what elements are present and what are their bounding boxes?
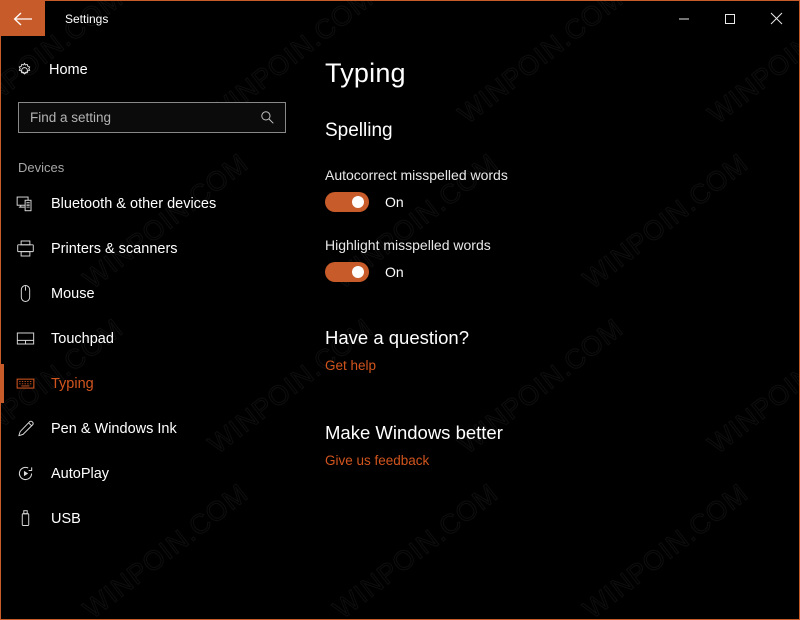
maximize-icon (724, 13, 736, 25)
setting-autocorrect-misspelled-words: Autocorrect misspelled words On (325, 167, 799, 212)
settings-window: WINPOIN.COM WINPOIN.COM WINPOIN.COM WINPOIN… (0, 0, 800, 620)
sidebar-item-home[interactable]: Home (1, 53, 311, 87)
sidebar-item-label: Pen & Windows Ink (51, 420, 177, 437)
gear-icon (16, 62, 46, 79)
mouse-icon (16, 284, 48, 303)
title-bar: Settings (1, 1, 799, 36)
toggle-knob (352, 266, 364, 278)
sidebar-item-label: Mouse (51, 285, 95, 302)
printer-icon (16, 239, 48, 258)
keyboard-icon (16, 374, 48, 393)
close-button[interactable] (753, 1, 799, 36)
search-icon[interactable] (260, 110, 285, 125)
sidebar-section-label: Devices (18, 160, 65, 175)
have-a-question-section: Have a question? Get help (325, 327, 799, 375)
toggle-row: On (325, 192, 799, 212)
maximize-button[interactable] (707, 1, 753, 36)
sidebar-item-pen-and-windows-ink[interactable]: Pen & Windows Ink (1, 406, 311, 451)
sidebar-item-label: Touchpad (51, 330, 114, 347)
search-input[interactable] (19, 110, 260, 125)
give-us-feedback-link[interactable]: Give us feedback (325, 453, 429, 468)
highlight-toggle[interactable] (325, 262, 369, 282)
setting-label: Autocorrect misspelled words (325, 167, 508, 183)
get-help-link[interactable]: Get help (325, 358, 376, 373)
toggle-knob (352, 196, 364, 208)
page-title: Typing (325, 58, 406, 88)
sidebar-home-label: Home (49, 62, 88, 78)
sidebar: Home Devices (1, 36, 311, 619)
close-icon (770, 12, 783, 25)
toggle-row: On (325, 262, 799, 282)
toggle-state-label: On (385, 194, 404, 210)
sidebar-item-label: USB (51, 510, 81, 527)
sidebar-item-label: Bluetooth & other devices (51, 195, 217, 212)
sidebar-item-label: Printers & scanners (51, 240, 178, 257)
autocorrect-toggle[interactable] (325, 192, 369, 212)
sidebar-item-label: Typing (51, 375, 94, 392)
back-arrow-icon (13, 12, 33, 26)
main-panel: Typing Spelling Autocorrect misspelled w… (311, 36, 799, 619)
sidebar-item-label: AutoPlay (51, 465, 110, 482)
have-a-question-heading: Have a question? (325, 327, 469, 348)
sidebar-item-autoplay[interactable]: AutoPlay (1, 451, 311, 496)
sidebar-item-typing[interactable]: Typing (1, 361, 311, 406)
search-box[interactable] (18, 102, 286, 133)
sidebar-item-usb[interactable]: USB (1, 496, 311, 541)
spelling-section-heading: Spelling (325, 120, 393, 141)
make-windows-better-section: Make Windows better Give us feedback (325, 422, 799, 470)
bluetooth-devices-icon (16, 194, 48, 213)
window-title: Settings (65, 11, 109, 26)
sidebar-item-touchpad[interactable]: Touchpad (1, 316, 311, 361)
sidebar-item-bluetooth-and-other-devices[interactable]: Bluetooth & other devices (1, 181, 311, 226)
pen-icon (16, 419, 48, 438)
touchpad-icon (16, 329, 48, 348)
setting-highlight-misspelled-words: Highlight misspelled words On (325, 237, 799, 282)
usb-icon (16, 509, 48, 528)
make-windows-better-heading: Make Windows better (325, 422, 503, 443)
toggle-state-label: On (385, 264, 404, 280)
minimize-button[interactable] (661, 1, 707, 36)
sidebar-item-printers-and-scanners[interactable]: Printers & scanners (1, 226, 311, 271)
minimize-icon (678, 13, 690, 25)
setting-label: Highlight misspelled words (325, 237, 491, 253)
back-button[interactable] (1, 1, 45, 36)
window-body: Home Devices (1, 36, 799, 619)
sidebar-item-mouse[interactable]: Mouse (1, 271, 311, 316)
autoplay-icon (16, 464, 48, 483)
